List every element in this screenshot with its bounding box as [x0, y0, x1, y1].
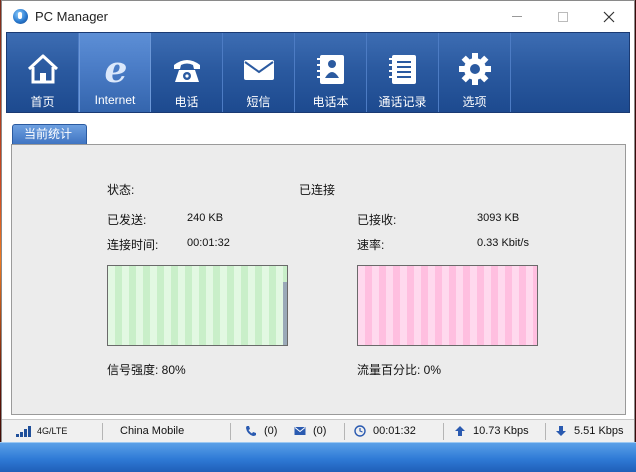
status-label: 状态:	[107, 183, 135, 197]
home-icon	[27, 54, 59, 84]
sms-envelope-icon	[294, 427, 306, 435]
phonebook-icon	[317, 55, 344, 84]
internet-icon: e	[105, 52, 128, 86]
toolbar-phone-button[interactable]: 电话	[151, 33, 223, 112]
download-cell: 5.51 Kbps	[555, 420, 624, 442]
toolbar-options-label: 选项	[462, 95, 487, 109]
traffic-percent-graph	[357, 265, 538, 346]
sent-value: 240 KB	[187, 212, 224, 224]
minimize-button[interactable]	[494, 1, 540, 32]
upload-cell: 10.73 Kbps	[454, 420, 529, 442]
toolbar-phonebook-button[interactable]: 电话本	[295, 33, 367, 112]
phone-icon	[174, 60, 200, 82]
toolbar-internet-label: Internet	[94, 93, 136, 107]
traffic-percent-text: 流量百分比: 0%	[357, 363, 442, 377]
download-speed: 5.51 Kbps	[574, 425, 624, 437]
toolbar-internet-button[interactable]: e Internet	[79, 33, 151, 112]
toolbar-phone-label: 电话	[174, 95, 199, 109]
network-type-cell: 4G/LTE	[16, 420, 67, 442]
rate-label: 速率:	[357, 238, 385, 252]
signal-bars-icon	[16, 425, 31, 437]
carrier-cell: China Mobile	[120, 420, 184, 442]
main-toolbar: 首页 e Internet 电话 短信 电话本 通话记录 选项	[6, 32, 630, 113]
toolbar-sms-label: 短信	[246, 95, 271, 109]
toolbar-phonebook-label: 电话本	[312, 95, 349, 109]
calls-cell[interactable]: (0)	[245, 420, 277, 442]
maximize-button[interactable]	[540, 1, 586, 32]
toolbar-call-log-button[interactable]: 通话记录	[367, 33, 439, 112]
carrier-name: China Mobile	[120, 425, 185, 437]
tab-current-stats[interactable]: 当前统计	[12, 124, 87, 144]
app-logo-icon	[13, 9, 28, 24]
minimize-icon	[512, 16, 522, 17]
upload-speed: 10.73 Kbps	[473, 425, 529, 437]
signal-strength-text: 信号强度: 80%	[107, 363, 186, 377]
stats-panel: 状态: 已连接 已发送: 240 KB 已接收: 3093 KB 连接时间: 0…	[11, 144, 626, 415]
received-value: 3093 KB	[477, 212, 520, 224]
toolbar-sms-button[interactable]: 短信	[223, 33, 295, 112]
connection-duration: 00:01:32	[373, 425, 416, 437]
unread-sms-count: (0)	[313, 425, 327, 437]
toolbar-home-label: 首页	[30, 95, 55, 109]
received-label: 已接收:	[357, 213, 397, 227]
gear-icon	[459, 53, 491, 85]
close-button[interactable]	[586, 1, 632, 32]
duration-cell: 00:01:32	[354, 420, 416, 442]
status-value: 已连接	[299, 183, 336, 197]
status-bar: 4G/LTE China Mobile (0) (0) 00:01:32 10.…	[2, 419, 634, 442]
network-type: 4G/LTE	[37, 426, 68, 436]
signal-strength-graph	[107, 265, 288, 346]
maximize-icon	[558, 11, 568, 22]
sent-label: 已发送:	[107, 213, 147, 227]
signal-strength-level	[283, 281, 287, 345]
call-log-icon	[389, 55, 416, 84]
taskbar	[0, 442, 636, 472]
rate-value: 0.33 Kbit/s	[477, 237, 529, 249]
toolbar-call-log-label: 通话记录	[378, 95, 427, 109]
clock-icon	[354, 425, 366, 437]
toolbar-home-button[interactable]: 首页	[7, 33, 79, 112]
app-window: PC Manager 首页 e Internet 电话 短信 电话本 通话记录 …	[1, 0, 635, 442]
close-icon	[603, 11, 615, 22]
connection-time-label: 连接时间:	[107, 238, 159, 252]
upload-arrow-icon	[455, 426, 465, 436]
connection-time-value: 00:01:32	[187, 237, 230, 249]
toolbar-options-button[interactable]: 选项	[439, 33, 511, 112]
svg-text:e: e	[105, 52, 128, 86]
sms-cell[interactable]: (0)	[294, 420, 326, 442]
download-arrow-icon	[556, 426, 566, 436]
phone-call-icon	[246, 426, 256, 436]
envelope-icon	[244, 60, 274, 80]
title-bar: PC Manager	[2, 1, 634, 32]
missed-calls-count: (0)	[264, 425, 278, 437]
window-title: PC Manager	[35, 9, 108, 24]
